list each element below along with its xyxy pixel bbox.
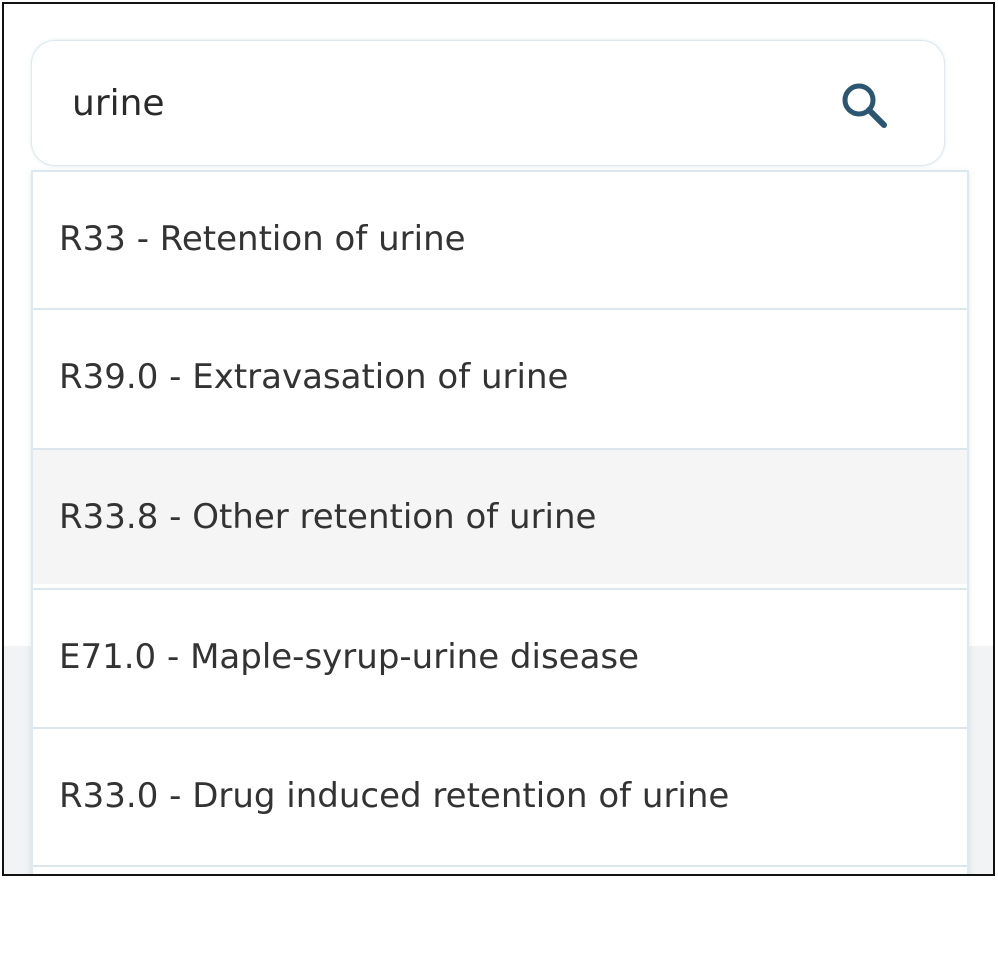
results-dropdown: R33 - Retention of urine R39.0 - Extrava… [31, 170, 969, 874]
screenshot-frame: R33 - Retention of urine R39.0 - Extrava… [2, 2, 995, 876]
search-input[interactable] [72, 65, 812, 141]
result-option-partial[interactable] [33, 865, 967, 874]
search-icon[interactable] [836, 77, 892, 133]
result-option-highlighted[interactable]: R33.8 - Other retention of urine [33, 448, 967, 584]
result-option[interactable]: E71.0 - Maple-syrup-urine disease [33, 588, 967, 724]
result-option[interactable]: R33.0 - Drug induced retention of urine [33, 727, 967, 863]
search-box[interactable] [31, 40, 945, 166]
result-option[interactable]: R33 - Retention of urine [33, 170, 967, 306]
result-option[interactable]: R39.0 - Extravasation of urine [33, 308, 967, 444]
